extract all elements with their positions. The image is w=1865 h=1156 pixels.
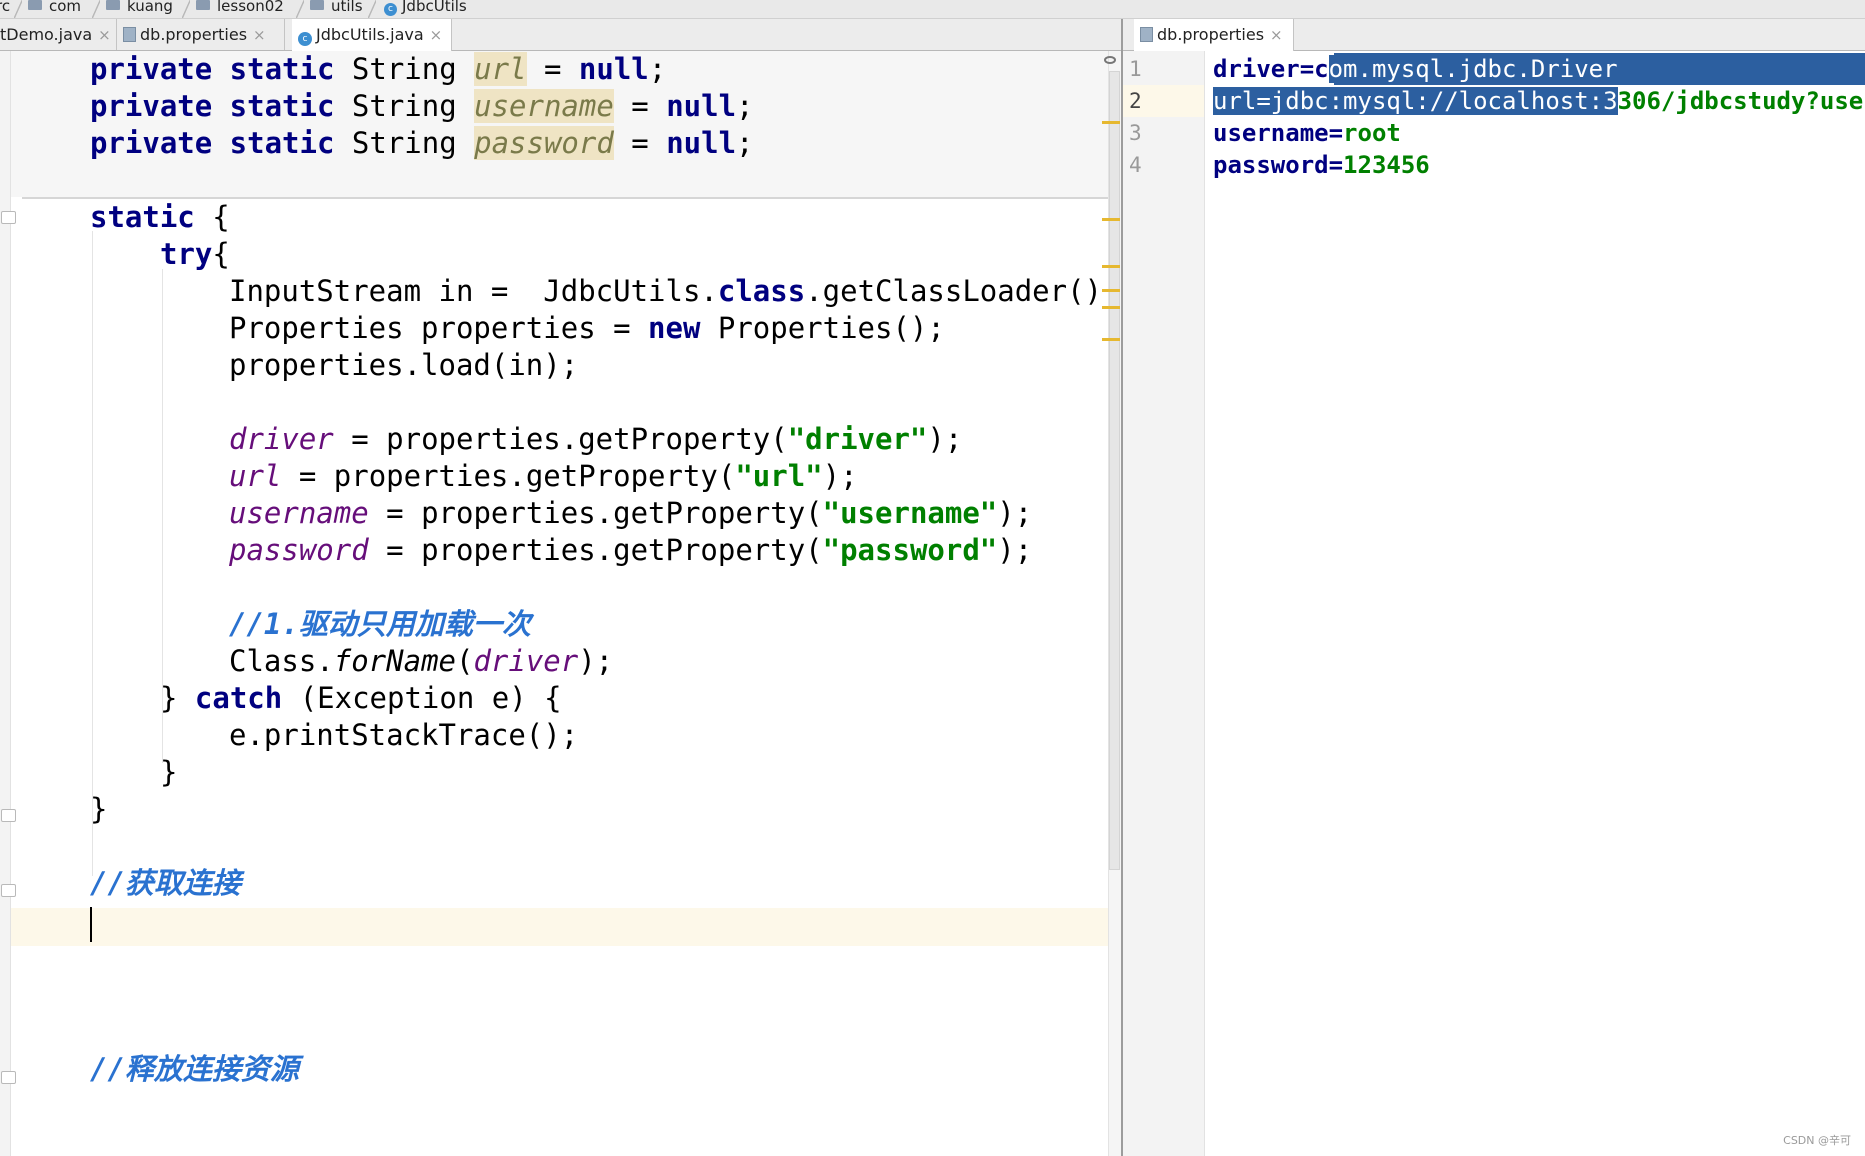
breadcrumb: rc com kuang lesson02 utils cJdbcUtils (0, 0, 1865, 19)
breadcrumb-separator (14, 0, 22, 18)
indent-guide (92, 231, 93, 876)
code-line: } (160, 755, 178, 789)
close-icon[interactable]: × (430, 26, 443, 44)
warning-stripe[interactable] (1102, 306, 1120, 309)
line-number: 1 (1129, 57, 1142, 81)
right-editor-tabbar: db.properties × (1122, 19, 1865, 51)
code-line: private static String password = null; (90, 126, 754, 160)
class-icon: c (384, 3, 397, 16)
code-line: } catch (Exception e) { (160, 681, 562, 715)
close-icon[interactable]: × (1270, 26, 1283, 44)
folder-icon (106, 0, 120, 10)
code-line: password = properties.getProperty("passw… (229, 533, 1033, 567)
text-caret (90, 907, 92, 942)
code-line: e.printStackTrace(); (229, 718, 579, 752)
breadcrumb-item-utils[interactable]: utils (310, 0, 363, 18)
fold-toggle-icon[interactable] (1, 809, 16, 822)
warning-stripe[interactable] (1102, 121, 1120, 124)
property-line-driver: driver=com.mysql.jdbc.Driver (1213, 55, 1618, 83)
code-line: try{ (160, 237, 230, 271)
code-line: InputStream in = JdbcUtils.class.getClas… (229, 274, 1121, 308)
tab-tdemo[interactable]: tDemo.java × (0, 19, 117, 50)
breadcrumb-item-src[interactable]: rc (0, 0, 10, 18)
property-line-username: username=root (1213, 119, 1401, 147)
code-comment: //1.驱动只用加载一次 (229, 607, 531, 641)
properties-file-icon (1140, 27, 1153, 42)
scrollbar-thumb[interactable] (1109, 71, 1120, 870)
folder-icon (196, 0, 210, 10)
watermark: CSDN @辛可 (1783, 1134, 1851, 1147)
left-editor-tabbar: tDemo.java × db.properties × c JdbcUtils.ja… (0, 19, 1121, 51)
breadcrumb-item-lesson02[interactable]: lesson02 (196, 0, 284, 18)
warning-stripe[interactable] (1102, 289, 1120, 292)
code-line: private static String url = null; (90, 52, 667, 86)
tab-db-properties[interactable]: db.properties × (117, 19, 285, 50)
current-line-highlight (11, 908, 1108, 946)
breadcrumb-separator (296, 0, 304, 18)
breadcrumb-item-kuang[interactable]: kuang (106, 0, 173, 18)
line-number: 2 (1129, 89, 1142, 113)
code-line: Class.forName(driver); (229, 644, 614, 678)
properties-file-icon (123, 27, 136, 42)
fold-toggle-icon[interactable] (1, 884, 16, 897)
folder-icon (310, 0, 324, 10)
code-line: properties.load(in); (229, 348, 579, 382)
tab-db-properties-right[interactable]: db.properties × (1134, 19, 1294, 51)
breadcrumb-item-com[interactable]: com (28, 0, 81, 18)
eye-icon[interactable] (1104, 56, 1116, 64)
code-line: username = properties.getProperty("usern… (229, 496, 1033, 530)
close-icon[interactable]: × (253, 26, 266, 44)
property-line-password: password=123456 (1213, 151, 1430, 179)
folder-icon (28, 0, 42, 10)
code-line: driver = properties.getProperty("driver"… (229, 422, 963, 456)
code-line: static { (90, 200, 230, 234)
breadcrumb-separator (92, 0, 100, 18)
property-line-url: url=jdbc:mysql://localhost:3306/jdbcstud… (1213, 87, 1864, 115)
fold-toggle-icon[interactable] (1, 1071, 16, 1084)
code-line: } (90, 792, 108, 826)
properties-editor[interactable]: 1 2 3 4 driver=com.mysql.jdbc.Driver url… (1123, 51, 1865, 1156)
line-number: 3 (1129, 121, 1142, 145)
code-line: Properties properties = new Properties()… (229, 311, 945, 345)
warning-stripe[interactable] (1102, 338, 1120, 341)
breadcrumb-separator (182, 0, 190, 18)
code-comment: //获取连接 (90, 866, 241, 900)
code-line: url = properties.getProperty("url"); (229, 459, 858, 493)
code-line: private static String username = null; (90, 89, 754, 123)
breadcrumb-item-jdbcutils[interactable]: c JdbcUtils (384, 0, 467, 18)
line-number-gutter (1123, 51, 1205, 1156)
class-icon: c (298, 32, 312, 46)
code-comment: //释放连接资源 (90, 1052, 299, 1086)
tab-jdbcutils[interactable]: c JdbcUtils.java × (292, 19, 452, 51)
breadcrumb-separator (368, 0, 376, 18)
warning-stripe[interactable] (1102, 218, 1120, 221)
fold-toggle-icon[interactable] (1, 211, 16, 224)
java-code-editor[interactable]: private static String url = null; privat… (0, 51, 1121, 1156)
line-number: 4 (1129, 153, 1142, 177)
warning-stripe[interactable] (1102, 265, 1120, 268)
close-icon[interactable]: × (98, 26, 111, 44)
